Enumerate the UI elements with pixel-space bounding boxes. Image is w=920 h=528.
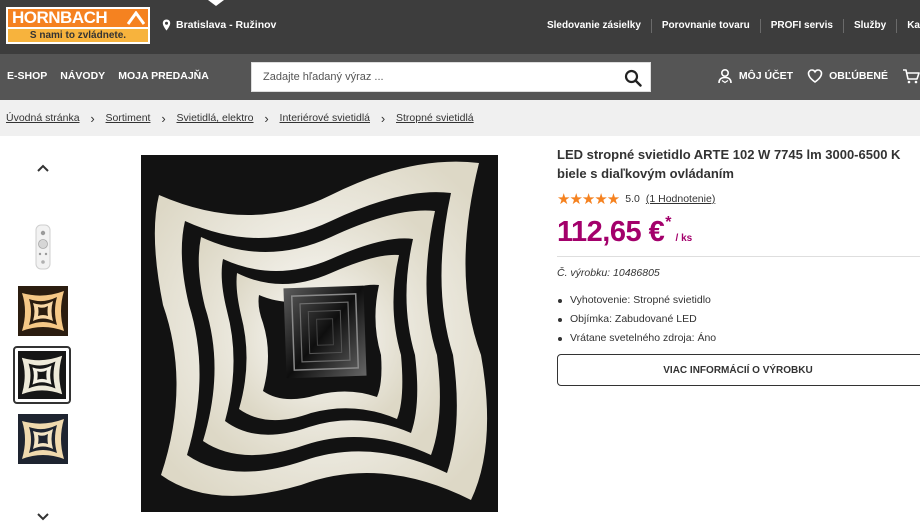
product-features: Vyhotovenie: Stropné svietidlo Objímka: … bbox=[557, 291, 716, 348]
breadcrumb-ceiling-lights[interactable]: Stropné svietidlá bbox=[396, 112, 474, 124]
nav-menu: E-SHOP NÁVODY MOJA PREDAJŇA bbox=[7, 70, 209, 82]
breadcrumb: Úvodná stránka › Sortiment › Svietidlá, … bbox=[0, 100, 920, 136]
more-info-button[interactable]: VIAC INFORMÁCIÍ O VÝROBKU bbox=[557, 354, 920, 386]
store-location[interactable]: Bratislava - Ružinov bbox=[162, 19, 276, 31]
feature-item: Objímka: Zabudované LED bbox=[557, 310, 716, 329]
chevron-up-icon[interactable] bbox=[36, 163, 50, 173]
logo-slogan: S nami to zvládnete. bbox=[29, 30, 127, 41]
breadcrumb-chevron-icon: › bbox=[161, 110, 166, 126]
logo-house-icon bbox=[127, 11, 145, 25]
search-icon[interactable] bbox=[624, 69, 642, 87]
thumbnail-remote[interactable] bbox=[18, 222, 68, 272]
heart-icon bbox=[807, 69, 823, 83]
sku-label: Č. výrobku: bbox=[557, 267, 611, 279]
chevron-down-icon[interactable] bbox=[36, 512, 50, 522]
hornbach-logo[interactable]: HORNBACH S nami to zvládnete. bbox=[6, 7, 150, 44]
account-button[interactable]: MÔJ ÚČET bbox=[717, 68, 793, 84]
rating-value: 5.0 bbox=[625, 193, 640, 205]
location-pin-icon bbox=[162, 19, 171, 31]
breadcrumb-interior-lights[interactable]: Interiérové svietidlá bbox=[280, 112, 370, 124]
top-bar-notch bbox=[208, 0, 224, 6]
top-links: Sledovanie zásielky Porovnanie tovaru PR… bbox=[537, 19, 920, 33]
favorites-button[interactable]: OBĽÚBENÉ bbox=[807, 68, 888, 84]
breadcrumb-chevron-icon: › bbox=[264, 110, 269, 126]
logo-brand-box: HORNBACH bbox=[6, 7, 150, 29]
account-label: MÔJ ÚČET bbox=[738, 70, 794, 82]
logo-slogan-box: S nami to zvládnete. bbox=[6, 29, 150, 44]
rating-count-link[interactable]: (1 Hodnotenie) bbox=[646, 193, 715, 205]
breadcrumb-assortment[interactable]: Sortiment bbox=[106, 112, 151, 124]
cart-icon bbox=[903, 69, 920, 84]
top-link-more[interactable]: Ka bbox=[897, 19, 920, 33]
main-nav: E-SHOP NÁVODY MOJA PREDAJŇA MÔJ ÚČET OBĽ… bbox=[0, 54, 920, 100]
breadcrumb-chevron-icon: › bbox=[90, 110, 95, 126]
top-link-tracking[interactable]: Sledovanie zásielky bbox=[537, 19, 652, 33]
favorites-label: OBĽÚBENÉ bbox=[829, 70, 888, 82]
breadcrumb-chevron-icon: › bbox=[380, 110, 386, 126]
feature-item: Vyhotovenie: Stropné svietidlo bbox=[557, 291, 716, 310]
top-link-compare[interactable]: Porovnanie tovaru bbox=[652, 19, 761, 33]
lamp-warm-image bbox=[18, 286, 68, 336]
product-price: 112,65 € * / ks bbox=[557, 213, 692, 251]
nav-item-guides[interactable]: NÁVODY bbox=[60, 70, 105, 82]
logo-brand-text: HORNBACH bbox=[12, 8, 108, 27]
store-location-label: Bratislava - Ružinov bbox=[176, 19, 277, 31]
product-sku: Č. výrobku: 10486805 bbox=[557, 267, 660, 279]
main-product-image[interactable] bbox=[141, 155, 498, 512]
top-link-profi[interactable]: PROFI servis bbox=[761, 19, 844, 33]
price-asterisk: * bbox=[665, 214, 672, 231]
sku-value: 10486805 bbox=[613, 267, 660, 279]
ceiling-light-image bbox=[141, 155, 498, 512]
thumbnail-warm[interactable] bbox=[18, 286, 68, 336]
feature-item: Vrátane svetelného zdroja: Áno bbox=[557, 329, 716, 348]
cart-button[interactable] bbox=[902, 68, 920, 84]
price-unit: / ks bbox=[675, 233, 693, 244]
search-input[interactable] bbox=[252, 63, 612, 91]
nav-actions: MÔJ ÚČET OBĽÚBENÉ bbox=[717, 68, 920, 84]
nav-item-my-store[interactable]: MOJA PREDAJŇA bbox=[118, 70, 209, 82]
rating-stars-icon: ★★★★★ bbox=[557, 191, 620, 208]
top-link-services[interactable]: Služby bbox=[844, 19, 898, 33]
user-icon bbox=[718, 68, 732, 84]
breadcrumb-lights-electro[interactable]: Svietidlá, elektro bbox=[176, 112, 253, 124]
search-box bbox=[251, 62, 651, 92]
lamp-neutral-image bbox=[18, 351, 66, 399]
remote-control-image bbox=[18, 222, 68, 272]
price-amount: 112,65 € bbox=[557, 216, 665, 248]
lamp-cool-image bbox=[18, 414, 68, 464]
divider bbox=[557, 256, 920, 257]
thumbnail-cool[interactable] bbox=[18, 414, 68, 464]
product-rating: ★★★★★ 5.0 (1 Hodnotenie) bbox=[557, 190, 715, 208]
thumbnail-neutral[interactable] bbox=[13, 346, 71, 404]
top-bar: HORNBACH S nami to zvládnete. Bratislava… bbox=[0, 0, 920, 54]
breadcrumb-home[interactable]: Úvodná stránka bbox=[6, 112, 80, 124]
product-title: LED stropné svietidlo ARTE 102 W 7745 lm… bbox=[557, 147, 901, 181]
nav-item-eshop[interactable]: E-SHOP bbox=[7, 70, 47, 82]
